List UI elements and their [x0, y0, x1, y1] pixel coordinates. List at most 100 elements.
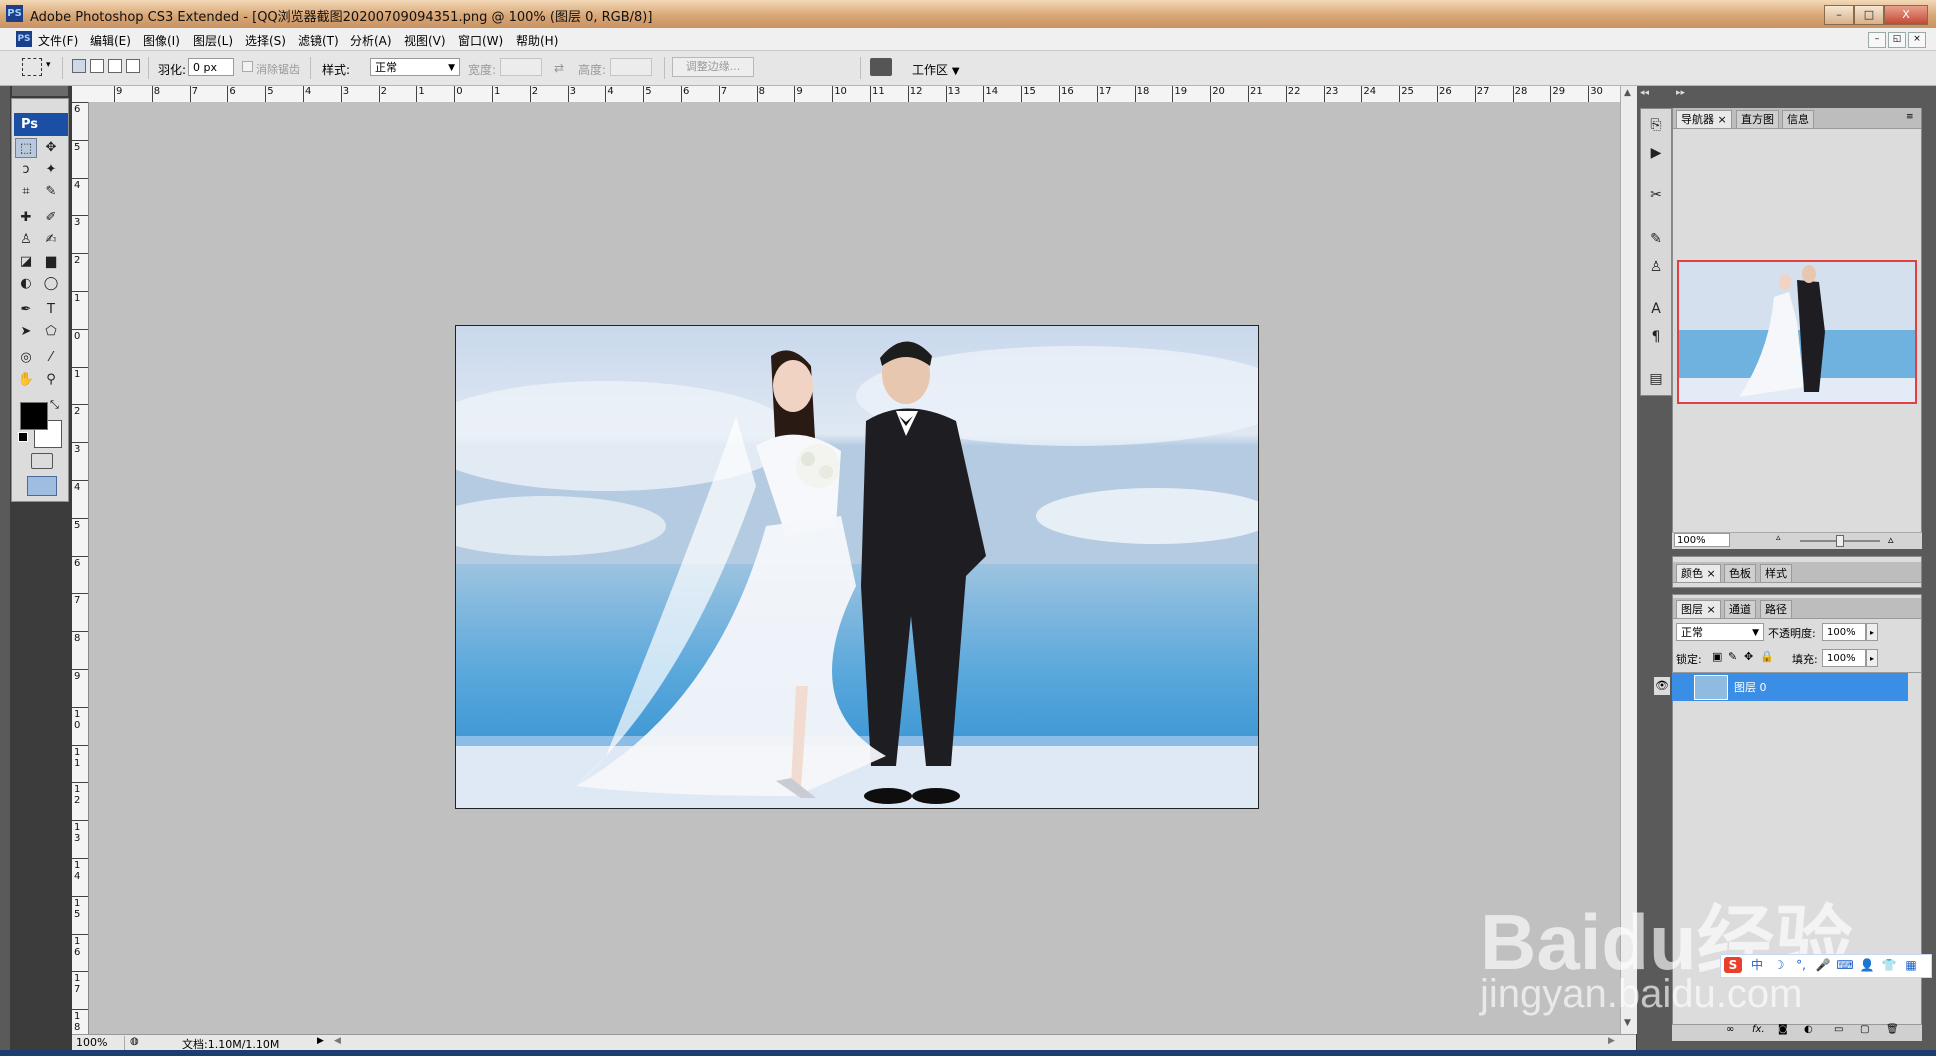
navigator-thumbnail[interactable]	[1677, 260, 1917, 404]
blur-tool-icon[interactable]: ◐	[15, 274, 37, 294]
ime-skin-icon[interactable]: 👕	[1880, 957, 1898, 973]
history-brush-tool-icon[interactable]: ✍	[40, 230, 62, 250]
zoom-slider-handle[interactable]	[1836, 535, 1844, 547]
type-tool-icon[interactable]: T	[40, 300, 62, 320]
tool-presets-icon[interactable]: ✂	[1645, 184, 1667, 206]
ime-punctuation-icon[interactable]: °,	[1792, 957, 1810, 973]
layer-name[interactable]: 图层 0	[1734, 679, 1767, 695]
menu-analysis[interactable]: 分析(A)	[350, 32, 392, 49]
healing-brush-tool-icon[interactable]: ✚	[15, 208, 37, 228]
move-tool-icon[interactable]: ✥	[40, 138, 62, 158]
screen-mode-icon[interactable]	[27, 476, 57, 496]
swap-colors-icon[interactable]: ⤡	[50, 398, 59, 412]
ime-chinese-mode-icon[interactable]: 中	[1748, 957, 1766, 973]
menu-select[interactable]: 选择(S)	[245, 32, 286, 49]
quick-mask-icon[interactable]	[31, 453, 53, 469]
lock-image-icon[interactable]: ✎	[1728, 650, 1737, 663]
antialias-checkbox[interactable]	[242, 61, 253, 72]
ime-moon-icon[interactable]: ☽	[1770, 957, 1788, 973]
menu-file[interactable]: 文件(F)	[38, 32, 78, 49]
marquee-preset-icon[interactable]	[22, 58, 42, 76]
scroll-left-icon[interactable]: ◀	[334, 1036, 341, 1046]
opacity-arrow-icon[interactable]: ▸	[1866, 623, 1878, 641]
menu-image[interactable]: 图像(I)	[143, 32, 180, 49]
status-info-icon[interactable]: ◍	[130, 1036, 139, 1047]
paragraph-panel-icon[interactable]: ¶	[1645, 326, 1667, 348]
swap-icon[interactable]: ⇄	[554, 61, 564, 75]
bridge-icon[interactable]	[870, 58, 892, 76]
menu-help[interactable]: 帮助(H)	[516, 32, 558, 49]
menu-view[interactable]: 视图(V)	[404, 32, 446, 49]
clone-stamp-tool-icon[interactable]: ♙	[15, 230, 37, 250]
crop-tool-icon[interactable]: ⌗	[15, 182, 37, 202]
character-panel-icon[interactable]: A	[1645, 298, 1667, 320]
new-selection-icon[interactable]	[72, 59, 86, 73]
tab-styles[interactable]: 样式	[1760, 564, 1792, 582]
zoom-out-icon[interactable]: ▵	[1776, 533, 1781, 543]
lock-position-icon[interactable]: ✥	[1744, 650, 1753, 663]
magic-wand-tool-icon[interactable]: ✦	[40, 160, 62, 180]
status-menu-arrow-icon[interactable]: ▶	[317, 1036, 324, 1046]
tab-color[interactable]: 颜色 ×	[1676, 564, 1721, 582]
brushes-panel-icon[interactable]: ✎	[1645, 228, 1667, 250]
eraser-tool-icon[interactable]: ◪	[15, 252, 37, 272]
preset-dropdown-icon[interactable]: ▾	[46, 60, 51, 70]
actions-panel-icon[interactable]: ▶	[1645, 142, 1667, 164]
feather-input[interactable]: 0 px	[188, 58, 234, 76]
hand-tool-icon[interactable]: ✋	[15, 370, 37, 390]
eye-visibility-icon[interactable]: 👁	[1654, 677, 1670, 695]
zoom-tool-icon[interactable]: ⚲	[40, 370, 62, 390]
navigator-zoom-input[interactable]: 100%	[1674, 533, 1730, 547]
layer-row[interactable]: 👁 图层 0	[1654, 673, 1908, 701]
fill-input[interactable]: 100%	[1822, 649, 1866, 667]
refine-edge-button[interactable]: 调整边缘...	[672, 57, 754, 77]
minimize-button[interactable]: –	[1824, 5, 1854, 25]
default-colors-icon[interactable]	[18, 432, 28, 442]
tab-paths[interactable]: 路径	[1760, 600, 1792, 618]
ime-toolbox-icon[interactable]: ▦	[1902, 957, 1920, 973]
path-selection-tool-icon[interactable]: ➤	[15, 322, 37, 342]
clone-source-icon[interactable]: ♙	[1645, 256, 1667, 278]
tab-channels[interactable]: 通道	[1724, 600, 1756, 618]
foreground-color-swatch[interactable]	[20, 402, 48, 430]
blend-mode-select[interactable]: 正常 ▼	[1676, 623, 1764, 641]
3d-rotate-tool-icon[interactable]: ◎	[15, 348, 37, 368]
slice-tool-icon[interactable]: ✎	[40, 182, 62, 202]
tab-swatches[interactable]: 色板	[1724, 564, 1756, 582]
lasso-tool-icon[interactable]: ↄ	[15, 160, 37, 180]
maximize-button[interactable]: □	[1854, 5, 1884, 25]
lock-transparent-icon[interactable]: ▣	[1712, 650, 1722, 663]
toolbox-header[interactable]	[12, 86, 68, 96]
zoom-in-icon[interactable]: ▵	[1888, 533, 1894, 546]
document-image[interactable]	[455, 325, 1259, 809]
width-input[interactable]	[500, 58, 542, 76]
close-button[interactable]: X	[1884, 5, 1928, 25]
pen-tool-icon[interactable]: ✒	[15, 300, 37, 320]
tab-layers[interactable]: 图层 ×	[1676, 600, 1721, 618]
style-select[interactable]: 正常 ▼	[370, 58, 460, 76]
menu-filter[interactable]: 滤镜(T)	[298, 32, 339, 49]
collapse-dock-icon[interactable]: ◂◂	[1640, 88, 1649, 98]
tab-info[interactable]: 信息	[1782, 110, 1814, 128]
marquee-tool-icon[interactable]: ⬚	[15, 138, 37, 158]
eyedropper-tool-icon[interactable]: ⁄	[40, 348, 62, 368]
expand-dock-icon[interactable]: ▸▸	[1676, 88, 1685, 98]
panel-menu-icon[interactable]: ≡	[1906, 112, 1914, 122]
tab-navigator[interactable]: 导航器 ×	[1676, 110, 1732, 128]
lock-all-icon[interactable]: 🔒	[1760, 650, 1774, 663]
menu-window[interactable]: 窗口(W)	[458, 32, 503, 49]
ime-mic-icon[interactable]: 🎤	[1814, 957, 1832, 973]
fill-arrow-icon[interactable]: ▸	[1866, 649, 1878, 667]
doc-restore-button[interactable]: ◱	[1888, 32, 1906, 48]
layer-comps-icon[interactable]: ▤	[1645, 368, 1667, 390]
add-selection-icon[interactable]	[90, 59, 104, 73]
doc-close-button[interactable]: ×	[1908, 32, 1926, 48]
gradient-tool-icon[interactable]: ▆	[40, 252, 62, 272]
brush-tool-icon[interactable]: ✐	[40, 208, 62, 228]
menu-layer[interactable]: 图层(L)	[193, 32, 233, 49]
opacity-input[interactable]: 100%	[1822, 623, 1866, 641]
intersect-selection-icon[interactable]	[126, 59, 140, 73]
history-panel-icon[interactable]: ⎘	[1645, 114, 1667, 136]
ime-user-icon[interactable]: 👤	[1858, 957, 1876, 973]
doc-minimize-button[interactable]: –	[1868, 32, 1886, 48]
